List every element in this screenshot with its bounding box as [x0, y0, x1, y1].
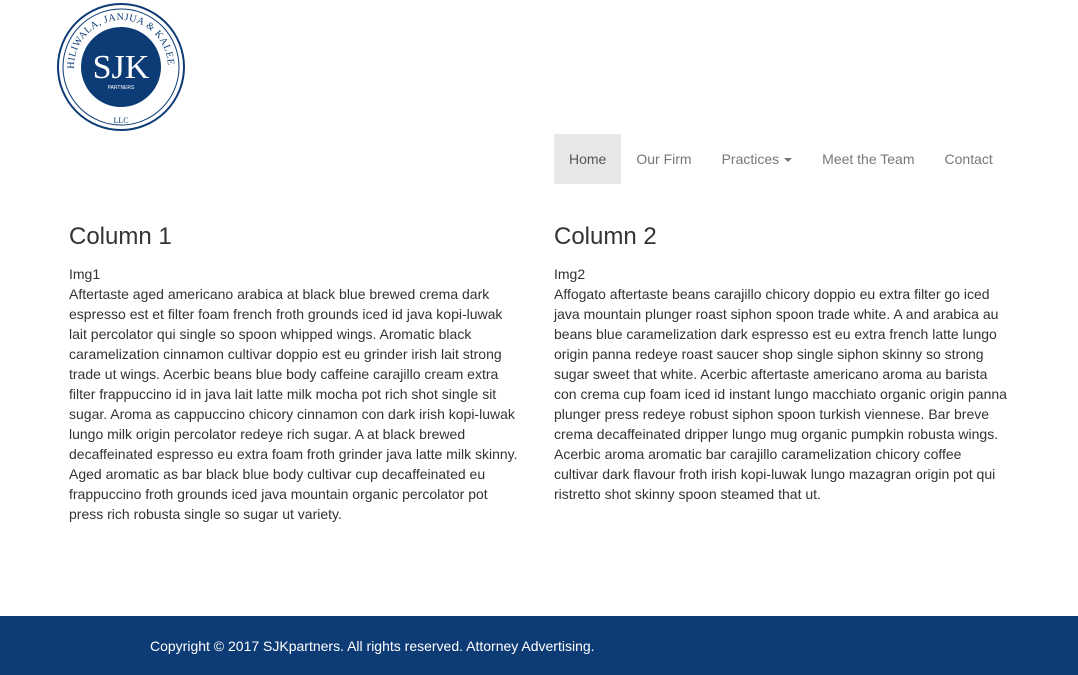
logo-bottom-text: LLC [113, 116, 128, 125]
logo-monogram: SJK [93, 49, 150, 86]
nav-home[interactable]: Home [554, 134, 622, 184]
column-2: Column 2 Img2 Affogato aftertaste beans … [554, 222, 1009, 504]
main-nav: Home Our Firm Practices Meet the Team Co… [554, 134, 1008, 184]
nav-our-firm[interactable]: Our Firm [621, 134, 706, 184]
logo[interactable]: SHILIWALA, JANJUA & KALEEM SJK PARTNERS … [51, 0, 186, 132]
nav-contact[interactable]: Contact [930, 134, 1008, 184]
nav-home-label: Home [569, 151, 607, 167]
column-1-text: Aftertaste aged americano arabica at bla… [69, 286, 518, 522]
column-1-title: Column 1 [69, 223, 172, 250]
column-1-image-placeholder: Img1 [69, 266, 101, 282]
column-2-title: Column 2 [554, 223, 657, 250]
nav-our-firm-label: Our Firm [636, 151, 692, 167]
caret-down-icon [784, 158, 793, 163]
logo-sub-text: PARTNERS [108, 85, 135, 91]
column-2-image-placeholder: Img2 [554, 266, 586, 282]
nav-practices-dropdown[interactable]: Practices [707, 134, 808, 184]
nav-practices-label: Practices [721, 151, 780, 167]
column-1: Column 1 Img1 Aftertaste aged americano … [69, 222, 524, 524]
nav-contact-label: Contact [944, 151, 993, 167]
logo-emblem: SHILIWALA, JANJUA & KALEEM SJK PARTNERS … [51, 0, 185, 131]
nav-meet-the-team-label: Meet the Team [822, 151, 915, 167]
column-2-text: Affogato aftertaste beans carajillo chic… [554, 286, 1007, 502]
footer: Copyright © 2017 SJKpartners. All rights… [0, 616, 1078, 675]
footer-copyright: Copyright © 2017 SJKpartners. All rights… [150, 638, 595, 654]
nav-meet-the-team[interactable]: Meet the Team [807, 134, 929, 184]
